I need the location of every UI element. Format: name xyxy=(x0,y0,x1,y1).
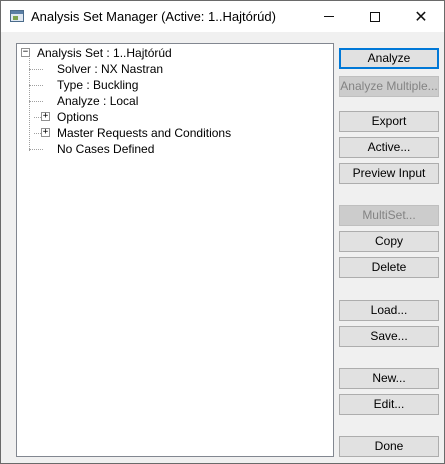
maximize-icon xyxy=(370,11,380,22)
analysis-tree[interactable]: − Analysis Set : 1..Hajtórúd Solver : NX… xyxy=(16,43,334,457)
expand-icon[interactable]: + xyxy=(41,128,50,137)
edit-button[interactable]: Edit... xyxy=(339,394,439,415)
tree-item-no-cases[interactable]: No Cases Defined xyxy=(57,141,154,157)
tree-item-master-requests[interactable]: Master Requests and Conditions xyxy=(57,125,231,141)
tree-item-type[interactable]: Type : Buckling xyxy=(57,77,138,93)
export-button[interactable]: Export xyxy=(339,111,439,132)
close-icon: ✕ xyxy=(414,6,428,26)
minimize-button[interactable] xyxy=(306,1,352,32)
close-button[interactable]: ✕ xyxy=(398,1,444,32)
tree-item-analyze[interactable]: Analyze : Local xyxy=(57,93,138,109)
tree-item-analysis-set[interactable]: Analysis Set : 1..Hajtórúd xyxy=(37,45,172,61)
tree-connector xyxy=(29,149,43,150)
collapse-icon[interactable]: − xyxy=(21,48,30,57)
maximize-button[interactable] xyxy=(352,1,398,32)
minimize-icon xyxy=(324,16,334,17)
multiset-button[interactable]: MultiSet... xyxy=(339,205,439,226)
tree-connector xyxy=(29,85,43,86)
delete-button[interactable]: Delete xyxy=(339,257,439,278)
tree-connector xyxy=(29,58,30,151)
new-button[interactable]: New... xyxy=(339,368,439,389)
app-icon xyxy=(10,10,24,22)
done-button[interactable]: Done xyxy=(339,436,439,457)
save-button[interactable]: Save... xyxy=(339,326,439,347)
analysis-set-manager-window: Analysis Set Manager (Active: 1..Hajtórú… xyxy=(0,0,445,464)
copy-button[interactable]: Copy xyxy=(339,231,439,252)
expand-icon[interactable]: + xyxy=(41,112,50,121)
tree-connector xyxy=(29,69,43,70)
preview-input-button[interactable]: Preview Input xyxy=(339,163,439,184)
tree-item-solver[interactable]: Solver : NX Nastran xyxy=(57,61,163,77)
title-bar[interactable]: Analysis Set Manager (Active: 1..Hajtórú… xyxy=(1,1,444,32)
analyze-multiple-button[interactable]: Analyze Multiple... xyxy=(339,76,439,97)
window-title: Analysis Set Manager (Active: 1..Hajtórú… xyxy=(31,9,276,24)
analyze-button[interactable]: Analyze xyxy=(339,48,439,69)
tree-connector xyxy=(29,101,43,102)
load-button[interactable]: Load... xyxy=(339,300,439,321)
active-button[interactable]: Active... xyxy=(339,137,439,158)
tree-item-options[interactable]: Options xyxy=(57,109,98,125)
